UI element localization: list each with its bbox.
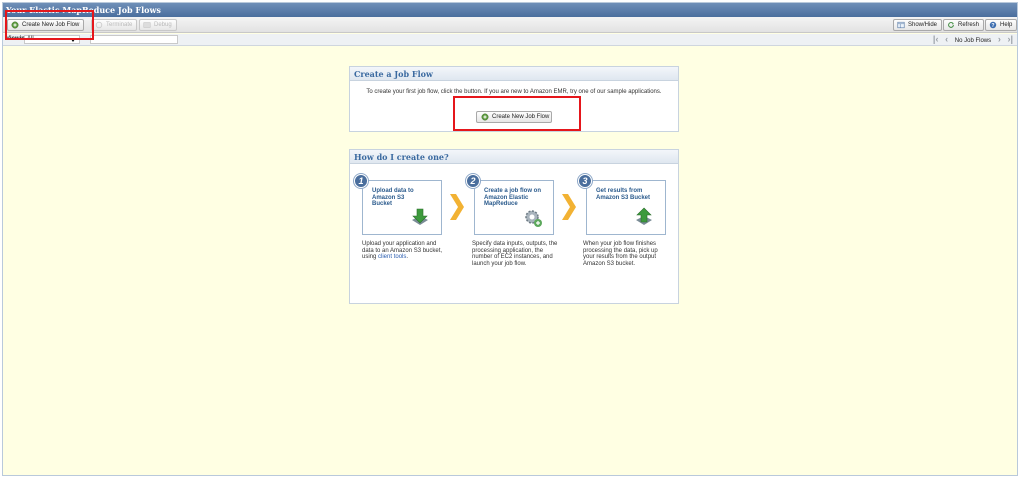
step-2-title: Create a job flow on Amazon Elastic MapR…	[484, 188, 542, 207]
window-title: Your Elastic MapReduce Job Flows	[3, 3, 1017, 17]
last-page-icon[interactable]: ›|	[1007, 34, 1013, 45]
refresh-label: Refresh	[958, 22, 980, 28]
step-3-card: Get results from Amazon S3 Bucket	[586, 180, 666, 235]
step-2-number: 2	[466, 174, 480, 188]
help-button[interactable]: ? Help	[985, 19, 1018, 31]
arrow-right-icon	[562, 194, 576, 220]
upload-arrow-icon	[412, 208, 428, 225]
step-3-description: When your job flow finishes processing t…	[583, 241, 658, 267]
step-1-title: Upload data to Amazon S3 Bucket	[372, 188, 414, 207]
step-3-title: Get results from Amazon S3 Bucket	[596, 188, 651, 201]
step-3-number: 3	[578, 174, 592, 188]
step-1-description: Upload your application and data to an A…	[362, 241, 448, 261]
help-label: Help	[1000, 22, 1013, 28]
columns-icon	[897, 21, 905, 29]
help-icon: ?	[989, 21, 997, 29]
how-panel-title: How do I create one?	[350, 150, 678, 164]
show-hide-label: Show/Hide	[908, 22, 938, 28]
previous-page-icon[interactable]: ‹	[945, 34, 948, 45]
step-1-card: Upload data to Amazon S3 Bucket	[362, 180, 442, 235]
create-panel-title: Create a Job Flow	[350, 67, 678, 81]
first-page-icon[interactable]: |‹	[933, 34, 939, 45]
step-2-card: Create a job flow on Amazon Elastic MapR…	[474, 180, 554, 235]
svg-text:?: ?	[991, 23, 994, 29]
debug-button[interactable]: Debug	[139, 19, 177, 31]
filter-bar: Viewing: All |‹ ‹ No Job Flows › ›|	[3, 34, 1017, 46]
create-panel-intro: To create your first job flow, click the…	[366, 89, 662, 95]
terminate-label: Terminate	[106, 22, 133, 28]
gears-icon	[525, 210, 542, 227]
terminate-icon	[95, 21, 103, 29]
step-1-desc-end: .	[406, 254, 409, 260]
terminate-button[interactable]: Terminate	[91, 19, 138, 31]
how-to-panel: How do I create one? 1 Upload data to Am…	[349, 149, 679, 304]
pager-status: No Job Flows	[954, 38, 992, 44]
refresh-button[interactable]: Refresh	[943, 19, 985, 31]
job-flows-window: Your Elastic MapReduce Job Flows Create …	[2, 2, 1018, 476]
show-hide-button[interactable]: Show/Hide	[893, 19, 943, 31]
toolbar: Create New Job Flow Terminate Debug Show…	[3, 17, 1018, 33]
client-tools-link[interactable]: client tools	[378, 254, 406, 260]
filter-search-input[interactable]	[90, 35, 178, 44]
highlight-box-panel-create	[453, 96, 581, 131]
highlight-box-toolbar-create	[5, 10, 94, 40]
debug-label: Debug	[154, 22, 172, 28]
refresh-icon	[948, 22, 954, 28]
debug-icon	[143, 22, 151, 28]
step-1-number: 1	[354, 174, 368, 188]
step-2-description: Specify data inputs, outputs, the proces…	[472, 241, 558, 267]
arrow-right-icon	[450, 194, 464, 220]
download-arrow-icon	[636, 207, 652, 225]
next-page-icon[interactable]: ›	[998, 34, 1001, 45]
pager: |‹ ‹ No Job Flows › ›|	[928, 34, 1013, 45]
